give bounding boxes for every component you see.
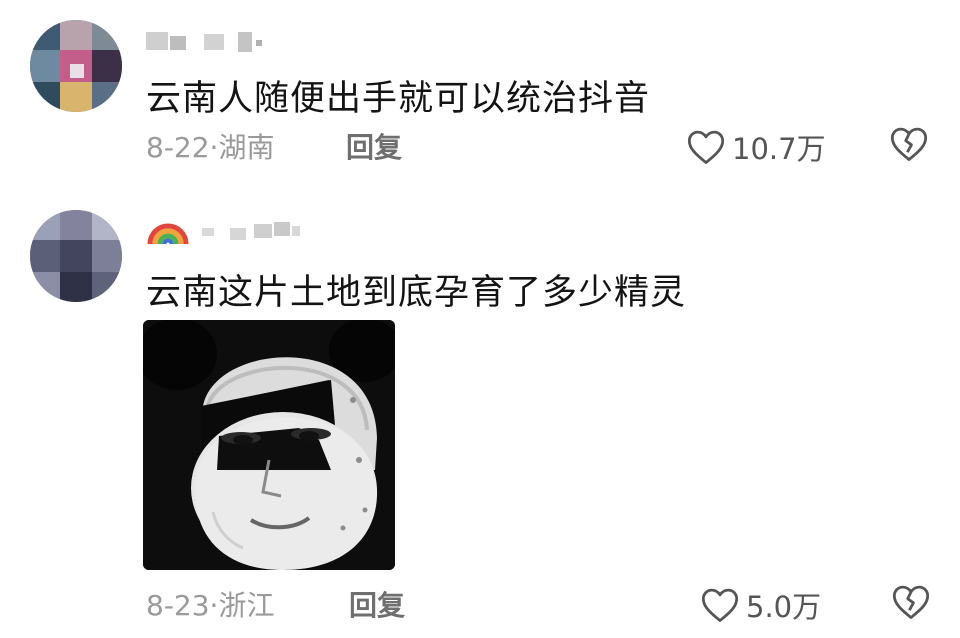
- panda-meme-sticker: [143, 320, 395, 570]
- heart-outline-icon: [687, 130, 725, 164]
- username-blur-blocks: [146, 28, 266, 58]
- reply-button[interactable]: 回复: [346, 126, 402, 166]
- heart-outline-icon: [701, 588, 739, 622]
- rainbow-emoji-icon: [147, 223, 189, 245]
- like-button[interactable]: 5.0万: [700, 584, 821, 626]
- like-count: 5.0万: [746, 590, 822, 624]
- comment-text: 云南这片土地到底孕育了多少精灵: [146, 273, 687, 313]
- like-button[interactable]: 10.7万: [686, 126, 826, 168]
- broken-heart-icon[interactable]: [889, 126, 929, 162]
- sticker-image[interactable]: [143, 320, 395, 570]
- comment-meta: 8-23·浙江: [146, 584, 274, 624]
- comment-date: 8-23: [146, 589, 210, 622]
- comment-location: 湖南: [218, 131, 275, 164]
- comment-meta: 8-22·湖南: [146, 126, 274, 166]
- username-blur-blocks: [146, 212, 306, 245]
- avatar[interactable]: [30, 20, 122, 112]
- comment-location: 浙江: [218, 589, 275, 622]
- comment-date: 8-22: [146, 131, 210, 164]
- like-count: 10.7万: [732, 132, 826, 166]
- broken-heart-icon[interactable]: [891, 584, 931, 620]
- reply-button[interactable]: 回复: [349, 584, 405, 624]
- avatar[interactable]: [30, 210, 122, 302]
- comment-text: 云南人随便出手就可以统治抖音: [146, 79, 651, 119]
